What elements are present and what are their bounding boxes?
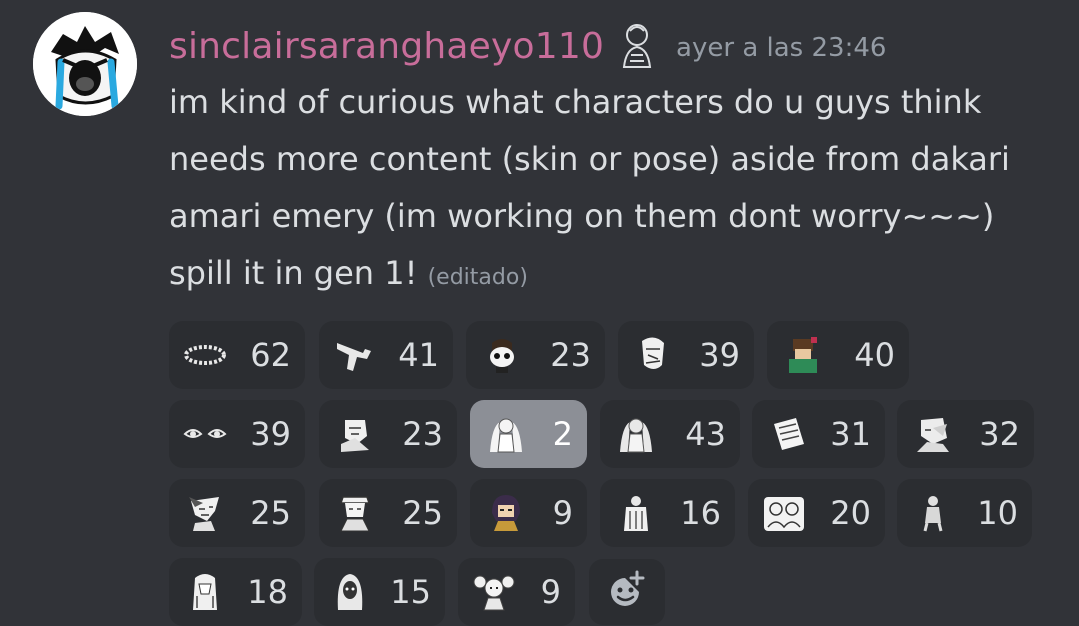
reaction-count: 39 xyxy=(699,336,740,374)
reaction-pill[interactable]: 20 xyxy=(748,479,885,547)
standing-character-emoji-icon xyxy=(614,491,658,535)
reaction-pill[interactable]: 16 xyxy=(600,479,735,547)
reaction-count: 39 xyxy=(250,415,291,453)
hat-character-emoji-icon xyxy=(333,491,377,535)
praying-angel-emoji-icon xyxy=(484,412,528,456)
praying-angel-emoji-icon xyxy=(614,412,658,456)
reaction-pill[interactable]: 15 xyxy=(314,558,445,626)
message-content: im kind of curious what characters do u … xyxy=(169,74,1049,306)
add-reaction-button[interactable] xyxy=(589,559,665,625)
reaction-count: 9 xyxy=(552,494,573,532)
reaction-pill[interactable]: 10 xyxy=(897,479,1032,547)
reaction-count: 16 xyxy=(680,494,721,532)
reaction-pill[interactable]: 62 xyxy=(169,321,305,389)
avatar[interactable] xyxy=(33,12,137,116)
timestamp: ayer a las 23:46 xyxy=(676,33,887,63)
reaction-pill[interactable]: 25 xyxy=(169,479,305,547)
reaction-pill[interactable]: 31 xyxy=(752,400,885,468)
edited-label: (editado) xyxy=(427,265,528,290)
add-reaction-icon xyxy=(605,568,649,616)
message-text: im kind of curious what characters do u … xyxy=(169,83,1010,292)
reaction-pill-selected[interactable]: 2 xyxy=(470,400,587,468)
hooded-character-emoji-icon xyxy=(328,570,372,614)
reaction-pill[interactable]: 23 xyxy=(319,400,457,468)
gun-emoji-icon xyxy=(333,333,377,377)
reaction-pill[interactable]: 43 xyxy=(600,400,740,468)
reaction-count: 23 xyxy=(550,336,591,374)
twin-tail-character-emoji-icon xyxy=(472,570,516,614)
group-sketch-emoji-icon xyxy=(762,491,806,535)
reaction-count: 15 xyxy=(390,573,431,611)
facepalm-character-emoji-icon xyxy=(911,412,955,456)
thinking-character-emoji-icon xyxy=(333,412,377,456)
skull-face-emoji-icon xyxy=(480,333,524,377)
reaction-count: 25 xyxy=(402,494,443,532)
role-badge-icon[interactable] xyxy=(616,21,658,71)
reaction-count: 43 xyxy=(685,415,726,453)
reaction-pill[interactable]: 32 xyxy=(897,400,1034,468)
reaction-count: 9 xyxy=(540,573,561,611)
reaction-count: 25 xyxy=(250,494,291,532)
reaction-pill[interactable]: 39 xyxy=(169,400,305,468)
username[interactable]: sinclairsaranghaeyo110 xyxy=(169,26,604,67)
reaction-count: 2 xyxy=(552,415,573,453)
reaction-count: 40 xyxy=(854,336,895,374)
reaction-count: 23 xyxy=(402,415,443,453)
reaction-count: 20 xyxy=(830,494,871,532)
reaction-count: 41 xyxy=(398,336,439,374)
long-hair-character-emoji-icon xyxy=(183,570,227,614)
crying-face-avatar-icon xyxy=(33,12,137,116)
reaction-count: 32 xyxy=(979,415,1020,453)
reaction-pill[interactable]: 9 xyxy=(458,558,575,626)
reaction-count: 10 xyxy=(977,494,1018,532)
green-character-emoji-icon xyxy=(781,333,825,377)
reaction-pill[interactable]: 18 xyxy=(169,558,302,626)
message-header: sinclairsaranghaeyo110 ayer a las 23:46 xyxy=(169,18,886,74)
angel-sketch-emoji-icon xyxy=(632,333,676,377)
reaction-pill[interactable]: 39 xyxy=(618,321,754,389)
reaction-count: 18 xyxy=(247,573,288,611)
reaction-pill[interactable]: 23 xyxy=(466,321,605,389)
reaction-count: 62 xyxy=(250,336,291,374)
reaction-pill[interactable]: 41 xyxy=(319,321,453,389)
dark-hair-character-emoji-icon xyxy=(484,491,528,535)
reaction-pill[interactable]: 25 xyxy=(319,479,457,547)
reaction-pill[interactable]: 40 xyxy=(767,321,909,389)
reaction-pill[interactable]: 9 xyxy=(470,479,587,547)
eyes-emoji-icon xyxy=(183,412,227,456)
reaction-count: 31 xyxy=(830,415,871,453)
ring-emoji-icon xyxy=(183,333,227,377)
smirk-character-emoji-icon xyxy=(183,491,227,535)
small-figure-emoji-icon xyxy=(911,491,955,535)
paper-note-emoji-icon xyxy=(766,412,810,456)
